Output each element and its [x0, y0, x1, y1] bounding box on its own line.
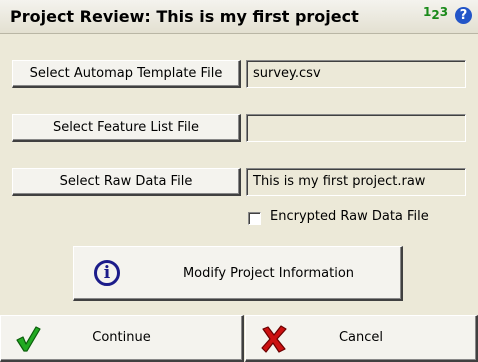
info-icon: i [94, 260, 120, 286]
modify-project-information-button[interactable]: i Modify Project Information [73, 246, 403, 301]
continue-button[interactable]: Continue [0, 315, 244, 362]
raw-data-field[interactable]: This is my first project.raw [246, 168, 466, 196]
modify-project-information-label: Modify Project Information [182, 266, 355, 281]
automap-template-field[interactable]: survey.csv [246, 60, 466, 88]
cancel-button[interactable]: Cancel [245, 315, 478, 362]
select-raw-data-label: Select Raw Data File [59, 174, 193, 189]
window-title: Project Review: This is my first project [10, 7, 359, 26]
input-mode-digit-3: 3 [439, 5, 449, 19]
select-automap-template-label: Select Automap Template File [29, 66, 223, 81]
select-feature-list-label: Select Feature List File [52, 120, 200, 135]
encrypted-raw-data-checkbox[interactable] [248, 212, 261, 225]
help-icon[interactable]: ? [455, 7, 472, 24]
encrypted-raw-data-label[interactable]: Encrypted Raw Data File [270, 209, 429, 224]
feature-list-field[interactable] [246, 114, 466, 142]
select-automap-template-button[interactable]: Select Automap Template File [12, 60, 241, 88]
input-mode-digit-2: 2 [431, 8, 440, 22]
cancel-label: Cancel [338, 330, 384, 345]
continue-label: Continue [92, 330, 151, 345]
select-feature-list-button[interactable]: Select Feature List File [12, 114, 241, 142]
select-raw-data-button[interactable]: Select Raw Data File [12, 168, 241, 196]
title-bar: Project Review: This is my first project… [0, 0, 478, 34]
input-mode-icon[interactable]: 123 [423, 5, 448, 22]
